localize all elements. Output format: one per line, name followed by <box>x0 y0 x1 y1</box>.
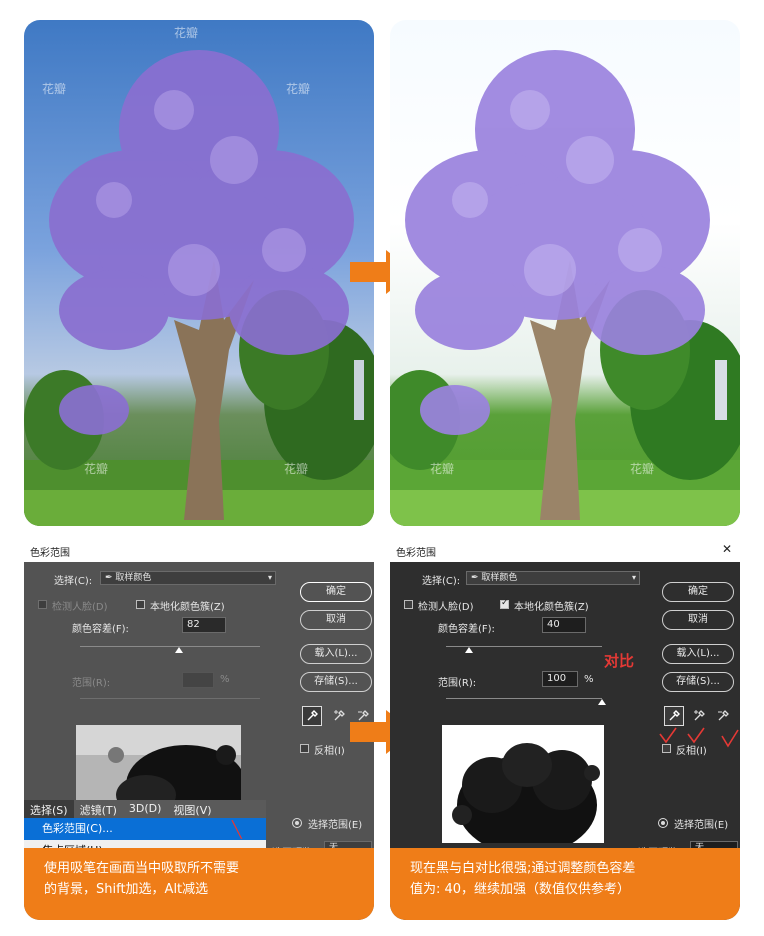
menu-filter[interactable]: 滤镜(T) <box>74 800 123 818</box>
eyedropper-plus-icon[interactable] <box>690 706 710 726</box>
tree-illustration-processed <box>390 50 740 526</box>
range-slider-track[interactable] <box>446 698 602 699</box>
instruction-caption: 现在黑与白对比很强;通过调整颜色容差 值为: 40，继续加强（数值仅供参考） <box>390 848 740 920</box>
select-value: 取样颜色 <box>115 573 152 583</box>
invert-checkbox[interactable] <box>300 744 309 753</box>
menu-item-color-range[interactable]: 色彩范围(C)... <box>24 818 266 840</box>
eyedropper-minus-icon[interactable] <box>714 706 734 726</box>
localized-clusters-label: 本地化颜色簇(Z) <box>150 602 225 613</box>
processed-photo: 花瓣 花瓣 <box>390 20 740 526</box>
range-slider-track[interactable] <box>80 698 260 699</box>
localized-clusters-label: 本地化颜色簇(Z) <box>514 602 589 613</box>
invert-label: 反相(I) <box>314 746 345 757</box>
detect-faces-checkbox[interactable] <box>404 600 413 609</box>
fuzziness-label: 颜色容差(F): <box>72 624 129 635</box>
menu-select[interactable]: 选择(S) <box>24 800 74 818</box>
localized-clusters-checkbox[interactable] <box>136 600 145 609</box>
watermark: 花瓣 <box>430 462 455 476</box>
close-icon[interactable]: ✕ <box>722 542 732 556</box>
selection-radio[interactable] <box>658 818 668 828</box>
detect-faces-checkbox[interactable] <box>38 600 47 609</box>
selection-radio-label: 选择范围(E) <box>674 820 729 831</box>
eyedropper-icon[interactable] <box>302 706 322 726</box>
range-slider-handle[interactable] <box>598 699 606 705</box>
invert-checkbox[interactable] <box>662 744 671 753</box>
select-label: 选择(C): <box>422 576 461 587</box>
selection-radio-label: 选择范围(E) <box>308 820 363 831</box>
eyedropper-small-icon: ✒ <box>471 573 482 583</box>
watermark: 花瓣 <box>630 462 655 476</box>
select-label: 选择(C): <box>54 576 93 587</box>
fuzziness-input[interactable]: 82 <box>182 617 226 633</box>
selection-preview <box>442 725 604 843</box>
detect-faces-label: 检测人脸(D) <box>418 602 474 613</box>
select-dropdown[interactable]: ✒ 取样颜色 ▾ <box>466 571 640 585</box>
select-dropdown[interactable]: ✒ 取样颜色 ▾ <box>100 571 276 585</box>
select-value: 取样颜色 <box>481 573 518 583</box>
detect-faces-label: 检测人脸(D) <box>52 602 108 613</box>
eyedropper-icon[interactable] <box>664 706 684 726</box>
caption-line: 的背景，Shift加选，Alt减选 <box>44 882 209 897</box>
save-button[interactable]: 存储(S)... <box>300 672 372 692</box>
range-unit: % <box>220 674 230 685</box>
color-range-dialog-before: 色彩范围 选择(C): ✒ 取样颜色 ▾ 检测人脸(D) 本地化颜色簇(Z) 颜… <box>24 540 374 920</box>
color-range-dialog-after: 色彩范围 ✕ 选择(C): ✒ 取样颜色 ▾ 检测人脸(D) 本地化颜色簇(Z)… <box>390 540 740 920</box>
watermark: 花瓣 <box>42 82 67 96</box>
watermark: 花瓣 <box>286 82 311 96</box>
save-button[interactable]: 存储(S)... <box>662 672 734 692</box>
dialog-title: 色彩范围 <box>396 548 436 559</box>
fuzziness-slider-track[interactable] <box>80 646 260 647</box>
cancel-button[interactable]: 取消 <box>662 610 734 630</box>
caption-line: 使用吸笔在画面当中吸取所不需要 <box>44 861 240 876</box>
tree-illustration-original <box>24 50 374 526</box>
ok-button[interactable]: 确定 <box>300 582 372 602</box>
range-input[interactable]: 100 <box>542 671 578 687</box>
menu-view[interactable]: 视图(V) <box>167 800 217 818</box>
chevron-down-icon: ▾ <box>267 573 272 582</box>
dialog-body: 选择(C): ✒ 取样颜色 ▾ 检测人脸(D) 本地化颜色簇(Z) 颜色容差(F… <box>390 562 740 920</box>
invert-label: 反相(I) <box>676 746 707 757</box>
ok-button[interactable]: 确定 <box>662 582 734 602</box>
localized-clusters-checkbox[interactable] <box>500 598 509 609</box>
chevron-down-icon: ▾ <box>631 573 636 582</box>
watermark: 花瓣 <box>174 26 199 40</box>
watermark: 花瓣 <box>284 462 309 476</box>
fuzziness-label: 颜色容差(F): <box>438 624 495 635</box>
selection-preview <box>76 725 241 801</box>
caption-line: 现在黑与白对比很强;通过调整颜色容差 <box>410 861 636 876</box>
eyedropper-plus-icon[interactable] <box>330 706 350 726</box>
fuzziness-input[interactable]: 40 <box>542 617 586 633</box>
cancel-button[interactable]: 取消 <box>300 610 372 630</box>
dialog-title: 色彩范围 <box>30 548 70 559</box>
menu-bar: 选择(S) 滤镜(T) 3D(D) 视图(V) <box>24 800 266 818</box>
range-label: 范围(R): <box>72 678 111 689</box>
selection-radio[interactable] <box>292 818 302 828</box>
load-button[interactable]: 载入(L)... <box>300 644 372 664</box>
contrast-annotation: 对比 <box>604 652 635 670</box>
original-photo: 花瓣 花瓣 花瓣 花瓣 花瓣 <box>24 20 374 526</box>
range-input[interactable] <box>182 672 214 688</box>
watermark: 花瓣 <box>84 462 109 476</box>
menu-3d[interactable]: 3D(D) <box>123 800 168 818</box>
instruction-caption: 使用吸笔在画面当中吸取所不需要 的背景，Shift加选，Alt减选 <box>24 848 374 920</box>
caption-line: 值为: 40，继续加强（数值仅供参考） <box>410 882 631 897</box>
dialog-body: 选择(C): ✒ 取样颜色 ▾ 检测人脸(D) 本地化颜色簇(Z) 颜色容差(F… <box>24 562 374 920</box>
red-tick-mark: ╲ <box>232 820 242 839</box>
fuzziness-slider-handle[interactable] <box>465 647 474 653</box>
eyedropper-small-icon: ✒ <box>105 573 116 583</box>
load-button[interactable]: 载入(L)... <box>662 644 734 664</box>
fuzziness-slider-handle[interactable] <box>175 647 183 653</box>
range-unit: % <box>584 674 594 685</box>
range-label: 范围(R): <box>438 678 477 689</box>
